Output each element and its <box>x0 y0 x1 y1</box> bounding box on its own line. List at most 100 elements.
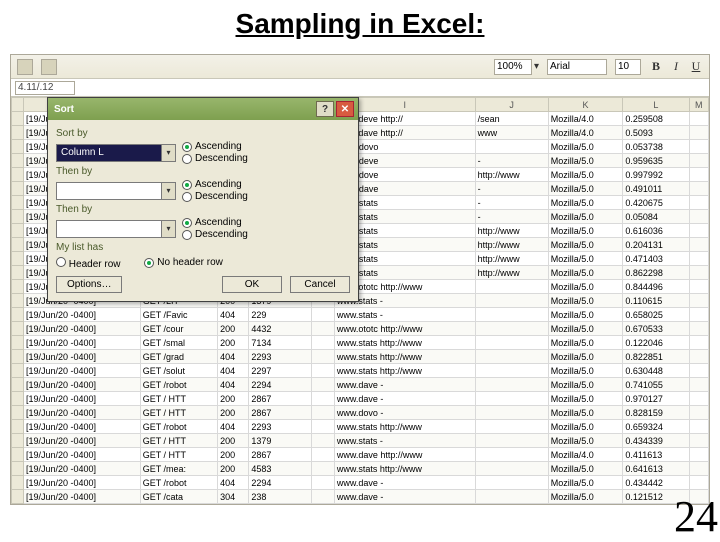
cell[interactable]: GET / HTT <box>140 392 217 406</box>
cell[interactable]: Mozilla/5.0 <box>548 420 623 434</box>
cell[interactable]: 229 <box>249 308 311 322</box>
cell[interactable]: 0.822851 <box>623 350 689 364</box>
cell[interactable]: 0.5093 <box>623 126 689 140</box>
thenby2-desc-radio[interactable]: Descending <box>182 229 248 240</box>
cell[interactable] <box>475 392 548 406</box>
cell[interactable] <box>689 182 709 196</box>
table-row[interactable]: [19/Jun/20 -0400]GET /cata304238www.dave… <box>12 490 709 504</box>
table-row[interactable]: [19/Jun/20 -0400]GET /robot4042293www.st… <box>12 420 709 434</box>
cell[interactable] <box>12 252 24 266</box>
cut-icon[interactable] <box>17 59 33 75</box>
table-row[interactable]: [19/Jun/20 -0400]GET /mea:2004583www.sta… <box>12 462 709 476</box>
table-row[interactable]: [19/Jun/20 -0400]GET /robot4042294www.da… <box>12 378 709 392</box>
cell[interactable]: 404 <box>218 364 249 378</box>
cell[interactable] <box>311 434 334 448</box>
cell[interactable] <box>12 364 24 378</box>
cell[interactable] <box>689 308 709 322</box>
cell[interactable]: http://www <box>475 252 548 266</box>
cell[interactable] <box>475 350 548 364</box>
cell[interactable] <box>689 266 709 280</box>
cell[interactable] <box>475 336 548 350</box>
cell[interactable] <box>689 350 709 364</box>
chevron-down-icon[interactable]: ▾ <box>161 145 175 161</box>
cell[interactable]: http://www <box>475 266 548 280</box>
cell[interactable]: Mozilla/5.0 <box>548 322 623 336</box>
cell[interactable]: 404 <box>218 476 249 490</box>
cell[interactable]: 0.259508 <box>623 112 689 126</box>
column-header[interactable] <box>12 98 24 112</box>
cell[interactable]: Mozilla/5.0 <box>548 308 623 322</box>
cell[interactable]: - <box>475 154 548 168</box>
cell[interactable] <box>12 112 24 126</box>
cell[interactable]: GET /mea: <box>140 462 217 476</box>
thenby1-desc-radio[interactable]: Descending <box>182 191 248 202</box>
cell[interactable]: 0.997992 <box>623 168 689 182</box>
cell[interactable]: Mozilla/5.0 <box>548 378 623 392</box>
cell[interactable]: [19/Jun/20 -0400] <box>24 406 141 420</box>
cell[interactable]: Mozilla/5.0 <box>548 266 623 280</box>
table-row[interactable]: [19/Jun/20 -0400]GET / HTT2002867www.dav… <box>12 448 709 462</box>
cell[interactable]: 0.122046 <box>623 336 689 350</box>
cell[interactable] <box>689 224 709 238</box>
cell[interactable] <box>12 434 24 448</box>
cell[interactable]: GET /grad <box>140 350 217 364</box>
cell[interactable] <box>12 280 24 294</box>
cell[interactable] <box>689 448 709 462</box>
cell[interactable]: www.dave http://www <box>334 448 475 462</box>
ok-button[interactable]: OK <box>222 276 282 293</box>
cell[interactable]: 2294 <box>249 378 311 392</box>
cell[interactable]: 0.434339 <box>623 434 689 448</box>
cell[interactable]: 200 <box>218 336 249 350</box>
font-size-input[interactable] <box>615 59 641 75</box>
cell[interactable]: 200 <box>218 406 249 420</box>
cell[interactable]: [19/Jun/20 -0400] <box>24 378 141 392</box>
cell[interactable]: 200 <box>218 462 249 476</box>
cell[interactable]: 0.970127 <box>623 392 689 406</box>
cell[interactable]: 4583 <box>249 462 311 476</box>
column-header[interactable]: M <box>689 98 709 112</box>
cell[interactable] <box>475 406 548 420</box>
cell[interactable]: www.stats http://www <box>334 462 475 476</box>
cell[interactable]: 0.828159 <box>623 406 689 420</box>
cell[interactable]: [19/Jun/20 -0400] <box>24 322 141 336</box>
cell[interactable]: http://www <box>475 238 548 252</box>
cell[interactable]: 0.616036 <box>623 224 689 238</box>
cell[interactable] <box>12 224 24 238</box>
cell[interactable]: 0.659324 <box>623 420 689 434</box>
cell[interactable] <box>689 154 709 168</box>
cancel-button[interactable]: Cancel <box>290 276 350 293</box>
cell[interactable]: www.dave - <box>334 392 475 406</box>
chevron-down-icon[interactable]: ▾ <box>161 183 175 199</box>
cell[interactable] <box>689 196 709 210</box>
cell[interactable] <box>475 420 548 434</box>
cell[interactable] <box>689 140 709 154</box>
chevron-down-icon[interactable]: ▾ <box>161 221 175 237</box>
cell[interactable]: 200 <box>218 434 249 448</box>
table-row[interactable]: [19/Jun/20 -0400]GET /grad4042293www.sta… <box>12 350 709 364</box>
cell[interactable] <box>12 266 24 280</box>
cell[interactable]: 2867 <box>249 392 311 406</box>
underline-button[interactable]: U <box>689 59 703 74</box>
cell[interactable] <box>689 420 709 434</box>
cell[interactable]: 0.204131 <box>623 238 689 252</box>
cell[interactable] <box>311 462 334 476</box>
no-header-row-radio[interactable]: No header row <box>144 257 222 270</box>
copy-icon[interactable] <box>41 59 57 75</box>
cell[interactable]: Mozilla/5.0 <box>548 490 623 504</box>
cell[interactable] <box>689 168 709 182</box>
cell[interactable]: www.stats http://www <box>334 350 475 364</box>
cell[interactable]: 238 <box>249 490 311 504</box>
cell[interactable]: 0.411613 <box>623 448 689 462</box>
cell[interactable] <box>689 126 709 140</box>
cell[interactable]: GET /smal <box>140 336 217 350</box>
cell[interactable] <box>689 434 709 448</box>
cell[interactable]: 2867 <box>249 406 311 420</box>
cell[interactable]: Mozilla/5.0 <box>548 364 623 378</box>
table-row[interactable]: [19/Jun/20 -0400]GET / HTT2002867www.dav… <box>12 392 709 406</box>
cell[interactable]: Mozilla/5.0 <box>548 336 623 350</box>
cell[interactable]: 0.670533 <box>623 322 689 336</box>
cell[interactable]: - <box>475 182 548 196</box>
cell[interactable]: Mozilla/5.0 <box>548 280 623 294</box>
column-header[interactable]: L <box>623 98 689 112</box>
cell[interactable]: 200 <box>218 448 249 462</box>
